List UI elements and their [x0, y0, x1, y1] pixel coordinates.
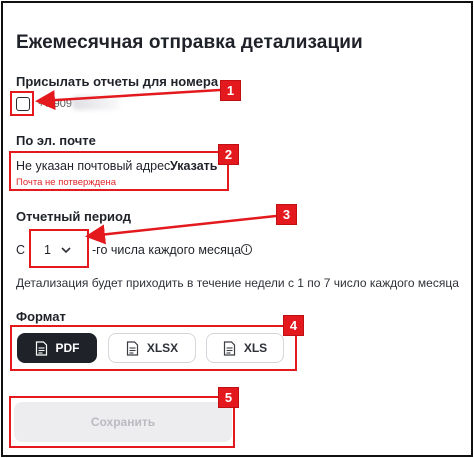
annotation-badge-5: 5	[218, 387, 239, 408]
period-note: Детализация будет приходить в течение не…	[16, 276, 459, 290]
period-from-label: С	[16, 243, 26, 257]
phone-number-blur	[72, 96, 120, 110]
highlight-box-2	[9, 151, 229, 191]
period-section-label: Отчетный период	[16, 209, 132, 224]
annotation-badge-1: 1	[220, 80, 241, 101]
annotation-badge-2: 2	[218, 144, 239, 165]
highlight-box-5	[9, 396, 235, 448]
highlight-box-1	[10, 91, 34, 116]
highlight-box-3	[29, 229, 89, 268]
number-section-label: Присылать отчеты для номера	[16, 74, 219, 89]
annotation-badge-4: 4	[283, 315, 304, 336]
highlight-box-4	[10, 325, 297, 371]
phone-number: +7 909	[38, 98, 72, 110]
period-suffix-text: -го числа каждого месяца	[92, 243, 242, 257]
info-icon[interactable]: i	[241, 244, 252, 255]
page-title: Ежемесячная отправка детализации	[16, 32, 363, 53]
annotation-badge-3: 3	[276, 204, 297, 225]
email-section-label: По эл. почте	[16, 133, 96, 148]
format-section-label: Формат	[16, 309, 66, 324]
